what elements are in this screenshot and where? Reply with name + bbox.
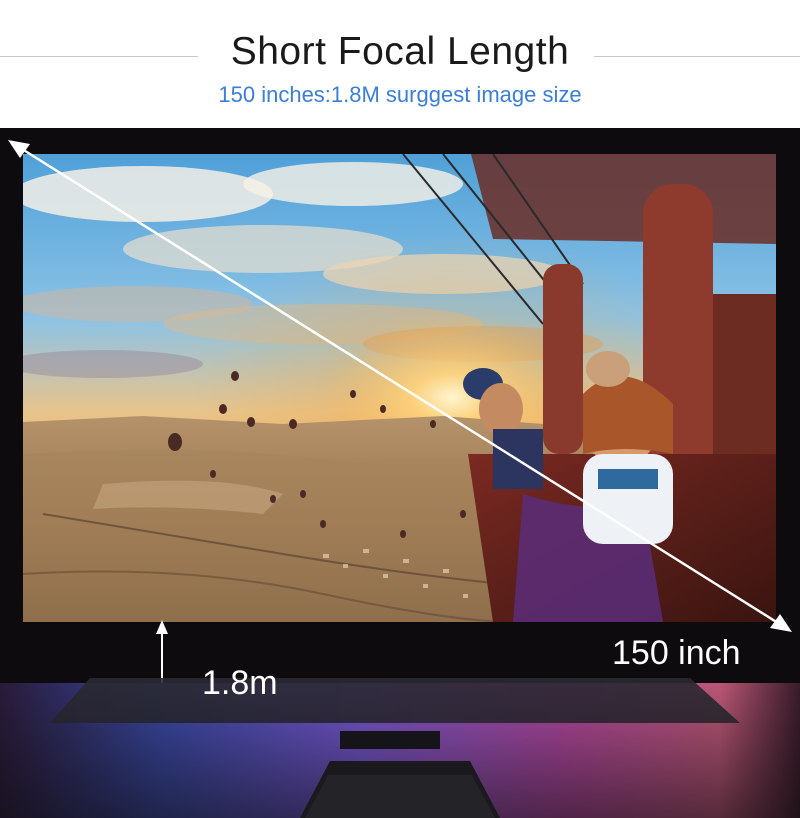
balloon-scene-image <box>23 154 776 622</box>
projector-icon <box>0 673 800 818</box>
projection-screen-image <box>23 154 776 622</box>
throw-distance-label: 1.8m <box>202 664 278 702</box>
distance-arrowhead-up-icon <box>156 620 168 634</box>
header: Short Focal Length 150 inches:1.8M surgg… <box>0 0 800 125</box>
page-subtitle: 150 inches:1.8M surggest image size <box>218 82 582 107</box>
projection-stage: 150 inch 1.8m <box>0 128 800 818</box>
screen-size-label: 150 inch <box>612 634 741 672</box>
page-title: Short Focal Length <box>230 30 570 73</box>
